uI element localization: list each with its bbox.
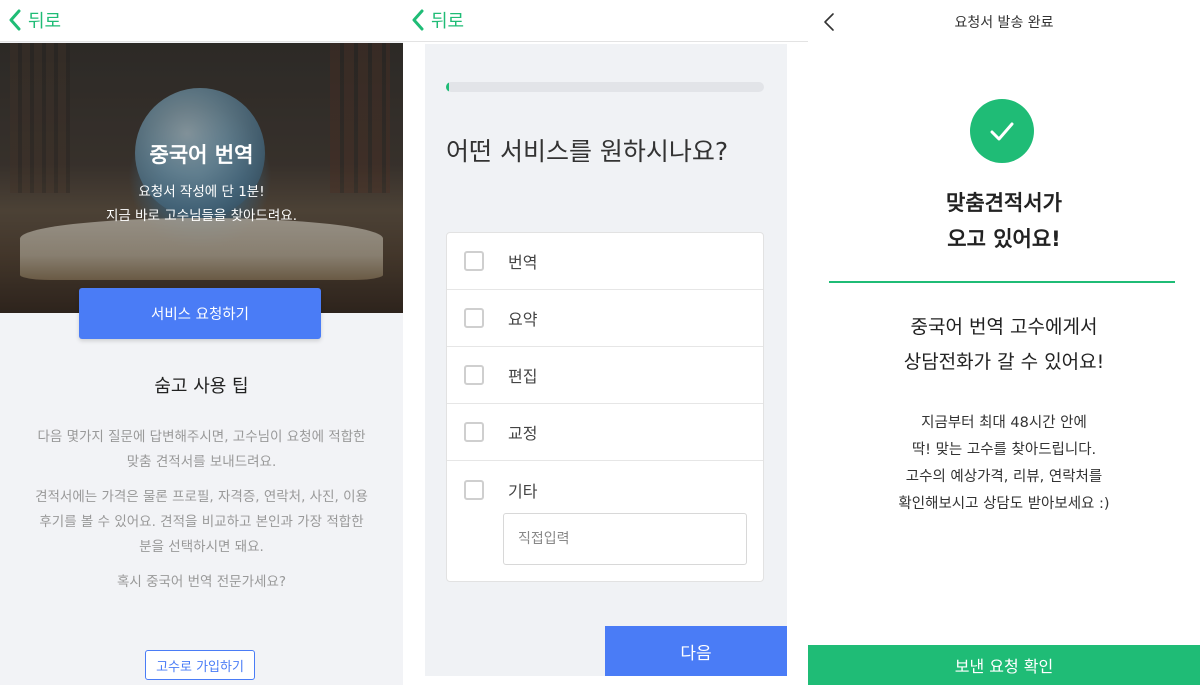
hero-banner: 중국어 번역 요청서 작성에 단 1분! 지금 바로 고수님들을 찾아드려요. (0, 43, 403, 313)
checkbox[interactable] (464, 308, 484, 328)
option-label: 편집 (508, 367, 538, 386)
tips-line: 혹시 중국어 번역 전문가세요? (116, 574, 287, 590)
question-card: 어떤 서비스를 원하시나요? 번역 요약 편집 교정 기타 직접입력 다음 (425, 44, 787, 676)
option-label: 번역 (508, 253, 538, 272)
headline-line: 맞춤견적서가 (946, 191, 1062, 215)
success-check-icon (970, 99, 1034, 163)
request-complete-panel: 요청서 발송 완료 맞춤견적서가 오고 있어요! 중국어 번역 고수에게서 상담… (808, 0, 1200, 685)
signup-as-pro-button[interactable]: 고수로 가입하기 (145, 650, 255, 680)
hero-subtitle: 요청서 작성에 단 1분! 지금 바로 고수님들을 찾아드려요. (0, 180, 403, 228)
option-item[interactable]: 편집 (447, 347, 763, 404)
tips-line: 견적서에는 가격은 물론 프로필, 자격증, 연락처, 사진, 이용 (35, 489, 368, 505)
header-bar: 요청서 발송 완료 (808, 0, 1200, 43)
divider (829, 281, 1175, 283)
options-list: 번역 요약 편집 교정 기타 (446, 232, 764, 582)
question-title: 어떤 서비스를 원하시나요? (446, 137, 729, 166)
header-bar: 뒤로 (0, 0, 403, 42)
hero-subtitle-line: 지금 바로 고수님들을 찾아드려요. (105, 208, 298, 224)
direct-input-field[interactable] (503, 513, 747, 565)
tips-title: 숨고 사용 팁 (154, 376, 249, 397)
back-button[interactable]: 뒤로 (8, 6, 61, 34)
detail-line: 지금부터 최대 48시간 안에 (921, 415, 1087, 431)
info-message: 중국어 번역 고수에게서 상담전화가 갈 수 있어요! (808, 310, 1200, 380)
option-label: 요약 (508, 310, 538, 329)
headline-message: 맞춤견적서가 오고 있어요! (808, 185, 1200, 257)
header-bar: 뒤로 (403, 0, 808, 42)
tips-paragraph: 혹시 중국어 번역 전문가세요? (14, 570, 389, 595)
back-label: 뒤로 (431, 11, 465, 32)
view-sent-request-button[interactable]: 보낸 요청 확인 (808, 645, 1200, 685)
detail-line: 고수의 예상가격, 리뷰, 연락처를 (905, 469, 1103, 485)
chevron-left-icon (412, 9, 424, 31)
checkmark-icon (990, 122, 1014, 141)
option-item[interactable]: 번역 (447, 233, 763, 290)
hero-subtitle-line: 요청서 작성에 단 1분! (138, 184, 265, 200)
tips-paragraph: 다음 몇가지 질문에 답변해주시면, 고수님이 요청에 적합한 맞춤 견적서를 … (14, 425, 389, 475)
back-label: 뒤로 (28, 11, 62, 32)
option-label: 기타 (508, 481, 538, 501)
tips-line: 분을 선택하시면 돼요. (139, 539, 264, 555)
checkbox[interactable] (464, 422, 484, 442)
next-button[interactable]: 다음 (605, 626, 787, 676)
headline-line: 오고 있어요! (947, 227, 1061, 251)
service-question-panel: 뒤로 어떤 서비스를 원하시나요? 번역 요약 편집 교정 기타 직접입력 다음 (403, 0, 808, 685)
option-item[interactable]: 요약 (447, 290, 763, 347)
checkbox[interactable] (464, 365, 484, 385)
tips-line: 후기를 볼 수 있어요. 견적을 비교하고 본인과 가장 적합한 (39, 514, 364, 530)
tips-line: 다음 몇가지 질문에 답변해주시면, 고수님이 요청에 적합한 (37, 429, 366, 445)
option-label: 교정 (508, 424, 538, 443)
detail-message: 지금부터 최대 48시간 안에 딱! 맞는 고수를 찾아드립니다. 고수의 예상… (808, 410, 1200, 518)
option-item[interactable]: 교정 (447, 404, 763, 461)
detail-line: 딱! 맞는 고수를 찾아드립니다. (911, 442, 1097, 458)
service-intro-panel: 뒤로 중국어 번역 요청서 작성에 단 1분! 지금 바로 고수님들을 찾아드려… (0, 0, 403, 685)
tips-line: 맞춤 견적서를 보내드려요. (126, 454, 277, 470)
progress-fill (446, 82, 450, 92)
page-title: 요청서 발송 완료 (954, 15, 1054, 31)
info-line: 상담전화가 갈 수 있어요! (903, 351, 1105, 373)
request-service-button[interactable]: 서비스 요청하기 (79, 288, 321, 339)
detail-line: 확인해보시고 상담도 받아보세요 :) (898, 496, 1110, 512)
option-item[interactable]: 기타 (447, 461, 763, 518)
hero-overlay (0, 43, 403, 313)
checkbox[interactable] (464, 479, 484, 500)
checkbox[interactable] (464, 251, 484, 271)
tips-paragraph: 견적서에는 가격은 물론 프로필, 자격증, 연락처, 사진, 이용 후기를 볼… (14, 485, 389, 560)
progress-bar (446, 82, 764, 92)
info-line: 중국어 번역 고수에게서 (910, 316, 1098, 338)
back-button[interactable]: 뒤로 (411, 6, 464, 34)
hero-title: 중국어 번역 (149, 143, 254, 167)
chevron-left-icon (9, 9, 21, 31)
